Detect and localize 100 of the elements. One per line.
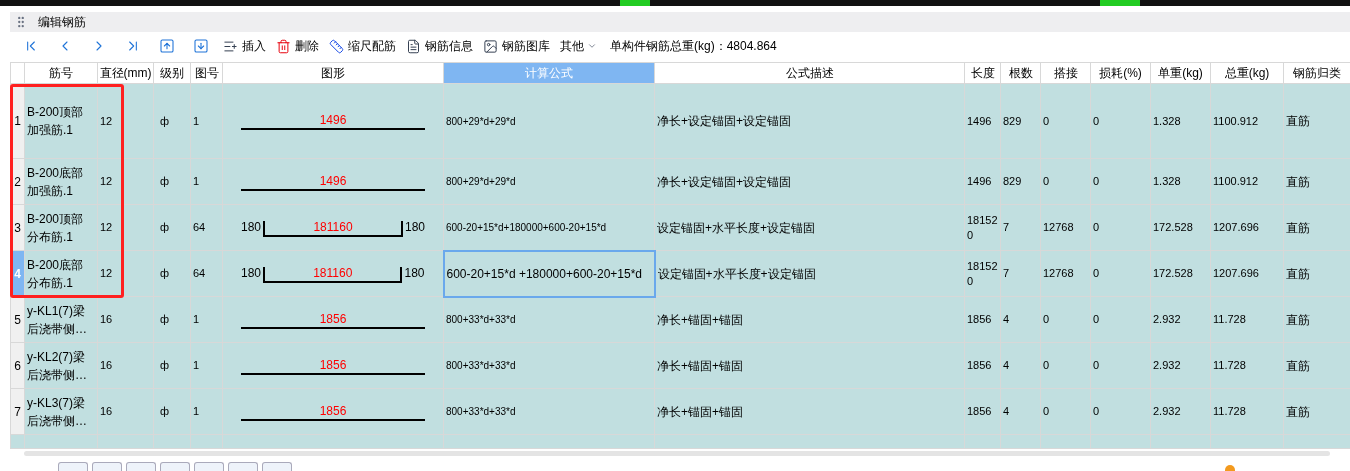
bottom-toolbar-button[interactable] xyxy=(126,462,156,471)
table-cell: B-200底部加强筋.1 xyxy=(24,158,98,205)
table-cell: 1.328 xyxy=(1150,83,1211,159)
column-header[interactable]: 钢筋归类 xyxy=(1283,62,1350,84)
table-cell: 4 xyxy=(1000,388,1041,435)
table-cell: B-200底部分布筋.1 xyxy=(24,250,98,297)
table-cell: 1100.912 xyxy=(1210,83,1284,159)
move-up-icon xyxy=(159,38,175,54)
table-cell: 1 xyxy=(190,342,223,389)
table-cell: 2.932 xyxy=(1150,388,1211,435)
column-header[interactable]: 搭接 xyxy=(1040,62,1091,84)
table-cell: 0 xyxy=(1090,342,1151,389)
table-cell: 0 xyxy=(1090,250,1151,297)
table-cell: 净长+锚固+锚固 xyxy=(654,342,965,389)
toolbar-button[interactable]: 插入 xyxy=(220,35,269,57)
column-header[interactable]: 公式描述 xyxy=(654,62,965,84)
table-cell: 16 xyxy=(97,342,154,389)
column-header[interactable]: 长度 xyxy=(964,62,1001,84)
table-cell: ф xyxy=(153,158,191,205)
table-cell: 0 xyxy=(1040,296,1091,343)
toolbar-button[interactable]: 钢筋信息 xyxy=(403,35,476,57)
table-cell: 16 xyxy=(97,296,154,343)
caret-icon xyxy=(587,41,597,51)
table-cell: 7 xyxy=(1000,204,1041,251)
table-cell: 净长+设定锚固+设定锚固 xyxy=(654,158,965,205)
table-cell: 0 xyxy=(1040,83,1091,159)
dimension-label: 1856 xyxy=(319,310,347,327)
table-cell: 11.728 xyxy=(1210,342,1284,389)
table-cell: 64 xyxy=(190,204,223,251)
more-dropdown[interactable]: 其他 xyxy=(557,35,600,57)
horizontal-scrollbar[interactable] xyxy=(24,451,1330,456)
row-number[interactable]: 7 xyxy=(10,388,25,435)
ruler-icon xyxy=(329,38,344,54)
table-cell: y-KL1(7)梁后浇带侧… xyxy=(24,296,98,343)
table-cell: 1.328 xyxy=(1150,158,1211,205)
formula-cell: 800+33*d+33*d xyxy=(443,296,655,343)
formula-cell: 800+29*d+29*d xyxy=(443,83,655,159)
table-cell: 净长+锚固+锚固 xyxy=(654,296,965,343)
table-cell: 0 xyxy=(1090,158,1151,205)
column-header[interactable]: 损耗(%) xyxy=(1090,62,1151,84)
table-cell: 1207.696 xyxy=(1210,204,1284,251)
table-cell: 7 xyxy=(1000,250,1041,297)
formula-cell: 600-20+15*d +180000+600-20+15*d xyxy=(443,250,655,297)
table-cell: 829 xyxy=(1000,83,1041,159)
table-cell: 12 xyxy=(97,158,154,205)
table-cell: 1496 xyxy=(964,83,1001,159)
total-weight-summary: 单构件钢筋总重(kg)：4804.864 xyxy=(610,38,777,55)
table-cell: 0 xyxy=(1040,342,1091,389)
table-cell: 172.528 xyxy=(1150,204,1211,251)
table-cell: 0 xyxy=(1090,388,1151,435)
table-cell: 0 xyxy=(1090,204,1151,251)
table-cell: 2.932 xyxy=(1150,342,1211,389)
table-cell: 0 xyxy=(1040,158,1091,205)
table-cell: 11.728 xyxy=(1210,296,1284,343)
bottom-toolbar-button[interactable] xyxy=(194,462,224,471)
row-number[interactable]: 6 xyxy=(10,342,25,389)
table-cell: y-KL3(7)梁后浇带侧… xyxy=(24,388,98,435)
dimension-label: 1496 xyxy=(319,172,347,189)
table-cell: 净长+锚固+锚固 xyxy=(654,388,965,435)
column-header[interactable]: 根数 xyxy=(1000,62,1041,84)
table-cell: ф xyxy=(153,250,191,297)
column-header[interactable]: 筋号 xyxy=(24,62,98,84)
table-cell: ф xyxy=(153,342,191,389)
toolbar-button[interactable]: 删除 xyxy=(273,35,322,57)
bottom-toolbar-button[interactable] xyxy=(228,462,258,471)
bottom-toolbar-button[interactable] xyxy=(92,462,122,471)
table-cell: 12 xyxy=(97,204,154,251)
table-cell: 1856 xyxy=(964,296,1001,343)
table-cell: 0 xyxy=(1090,83,1151,159)
column-header[interactable]: 总重(kg) xyxy=(1210,62,1284,84)
column-header[interactable]: 级别 xyxy=(153,62,191,84)
column-header[interactable]: 图形 xyxy=(222,62,444,84)
table-cell: 181520 xyxy=(964,250,1001,297)
insert-icon xyxy=(223,38,238,54)
dimension-label: 1856 xyxy=(319,402,347,419)
formula-cell: 800+29*d+29*d xyxy=(443,158,655,205)
row-number[interactable]: 5 xyxy=(10,296,25,343)
table-cell: 1 xyxy=(190,296,223,343)
table-cell: 1 xyxy=(190,83,223,159)
table-cell: 净长+设定锚固+设定锚固 xyxy=(654,83,965,159)
table-cell: 1207.696 xyxy=(1210,250,1284,297)
bottom-toolbar-button[interactable] xyxy=(58,462,88,471)
header-corner xyxy=(10,62,25,84)
bottom-toolbar-button[interactable] xyxy=(262,462,292,471)
dimension-label: 1856 xyxy=(319,356,347,373)
column-header[interactable]: 直径(mm) xyxy=(97,62,154,84)
dimension-label: 180 xyxy=(241,264,262,282)
image-icon xyxy=(483,38,498,54)
toolbar-button[interactable]: 钢筋图库 xyxy=(480,35,553,57)
toolbar-button[interactable]: 缩尺配筋 xyxy=(326,35,399,57)
column-header[interactable]: 图号 xyxy=(190,62,223,84)
bottom-toolbar-button[interactable] xyxy=(160,462,190,471)
table-cell: B-200顶部分布筋.1 xyxy=(24,204,98,251)
document-icon xyxy=(406,38,421,54)
table-cell: ф xyxy=(153,204,191,251)
column-header[interactable]: 单重(kg) xyxy=(1150,62,1211,84)
table-cell: 4 xyxy=(1000,296,1041,343)
dimension-label: 180 xyxy=(241,218,262,236)
dimension-label: 180 xyxy=(404,264,425,282)
table-cell: ф xyxy=(153,388,191,435)
